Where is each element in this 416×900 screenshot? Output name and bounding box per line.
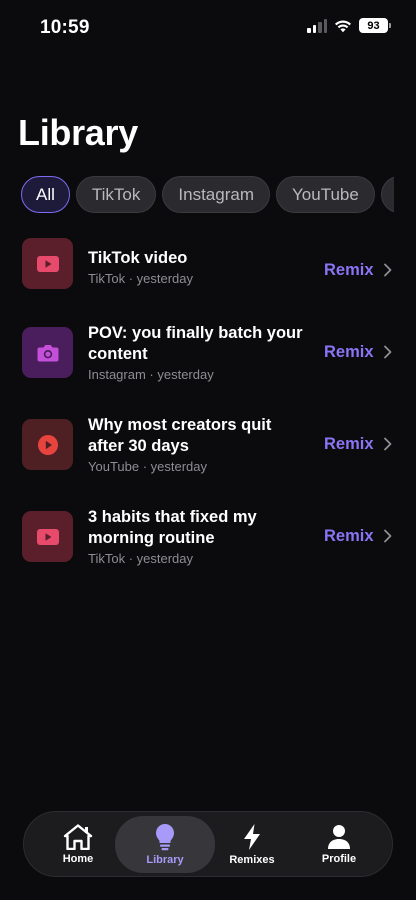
tab-remixes[interactable]: Remixes	[202, 816, 302, 873]
battery-icon: 93	[359, 18, 391, 33]
list-item[interactable]: 3 habits that fixed my morning routine T…	[0, 508, 416, 575]
tab-bar: Home Library Remixes Profile	[23, 811, 393, 877]
item-text: Why most creators quit after 30 days You…	[88, 415, 308, 475]
person-icon	[328, 825, 350, 849]
tab-label: Home	[62, 853, 94, 865]
filter-chip-tiktok[interactable]: TikTok	[75, 176, 157, 213]
filter-chip-all[interactable]: All	[21, 176, 70, 213]
status-icons: 93	[307, 18, 391, 33]
remix-button[interactable]: Remix	[324, 343, 374, 362]
status-bar: 10:59 93	[0, 0, 416, 56]
filter-chip-youtube[interactable]: YouTube	[276, 176, 375, 213]
item-text: TikTok video TikTok · yesterday	[88, 248, 308, 287]
item-title: TikTok video	[88, 249, 188, 267]
wifi-icon	[335, 20, 351, 32]
page-title: Library	[18, 112, 138, 153]
cellular-signal-icon	[307, 18, 327, 33]
status-time: 10:59	[40, 17, 90, 38]
tab-label: Profile	[321, 853, 357, 865]
filter-chip-overflow[interactable]	[380, 176, 394, 213]
camera-icon	[37, 344, 58, 361]
item-text: 3 habits that fixed my morning routine T…	[88, 507, 308, 567]
lightning-icon	[244, 824, 260, 850]
item-title: POV: you finally batch your content	[88, 324, 303, 363]
filter-chips: All TikTok Instagram YouTube	[21, 176, 394, 214]
item-thumbnail	[22, 511, 73, 562]
chevron-right-icon	[384, 529, 392, 543]
chevron-right-icon	[384, 437, 392, 451]
remix-button[interactable]: Remix	[324, 435, 374, 454]
battery-level: 93	[367, 19, 380, 32]
play-rect-icon	[36, 528, 59, 545]
item-subtitle: TikTok · yesterday	[88, 551, 193, 566]
tab-label: Library	[146, 854, 184, 866]
item-subtitle: YouTube · yesterday	[88, 459, 207, 474]
home-icon	[63, 824, 93, 850]
remix-button[interactable]: Remix	[324, 261, 374, 280]
tab-library[interactable]: Library	[115, 816, 215, 873]
tab-home[interactable]: Home	[28, 816, 128, 873]
chevron-right-icon	[384, 263, 392, 277]
play-circle-icon	[37, 434, 58, 455]
item-thumbnail	[22, 238, 73, 289]
item-subtitle: Instagram · yesterday	[88, 367, 214, 382]
remix-button[interactable]: Remix	[324, 527, 374, 546]
item-text: POV: you finally batch your content Inst…	[88, 323, 308, 383]
tab-profile[interactable]: Profile	[289, 816, 389, 873]
tab-label: Remixes	[229, 854, 275, 866]
item-subtitle: TikTok · yesterday	[88, 271, 193, 286]
item-title: 3 habits that fixed my morning routine	[88, 508, 257, 547]
play-rect-icon	[36, 255, 59, 272]
list-item[interactable]: POV: you finally batch your content Inst…	[0, 324, 416, 391]
filter-chip-instagram[interactable]: Instagram	[162, 176, 270, 213]
item-title: Why most creators quit after 30 days	[88, 416, 272, 455]
lightbulb-icon	[156, 824, 174, 851]
list-item[interactable]: TikTok video TikTok · yesterday Remix	[0, 238, 416, 302]
item-thumbnail	[22, 327, 73, 378]
chevron-right-icon	[384, 345, 392, 359]
item-thumbnail	[22, 419, 73, 470]
list-item[interactable]: Why most creators quit after 30 days You…	[0, 416, 416, 483]
